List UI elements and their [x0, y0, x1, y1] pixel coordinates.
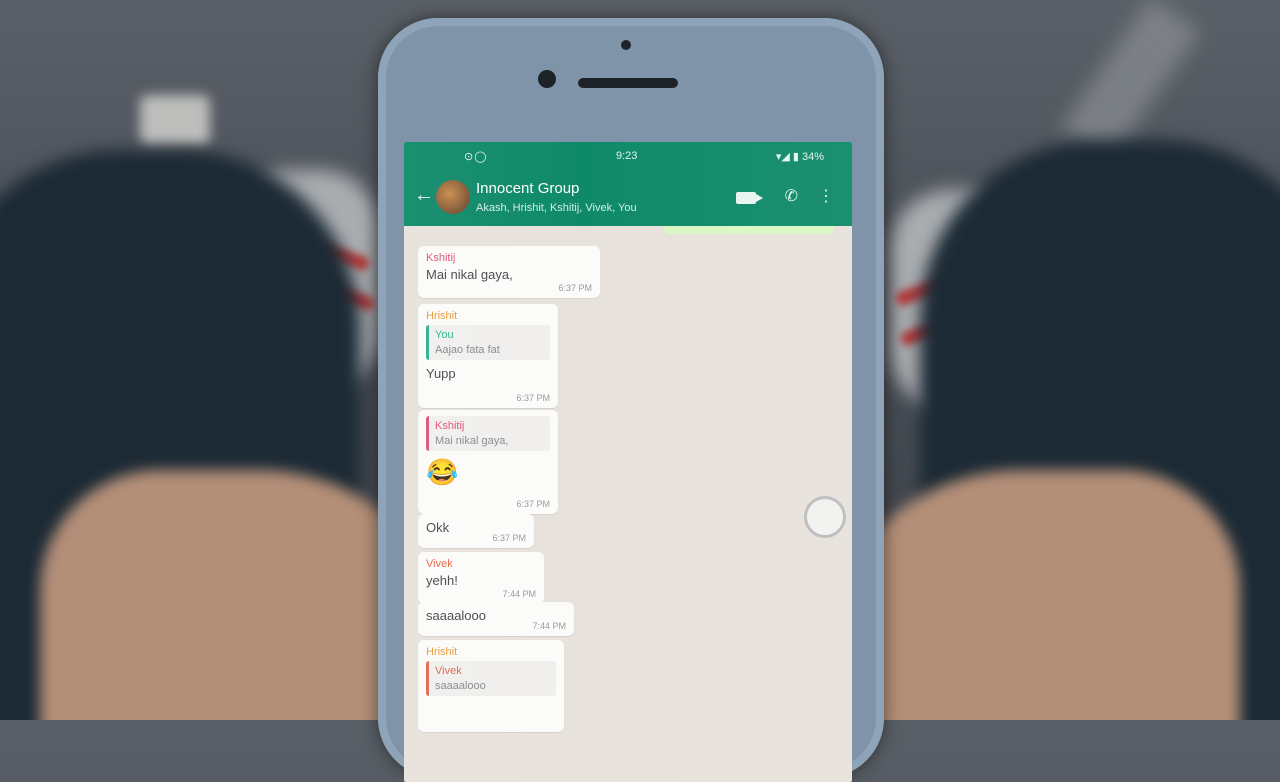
message-bubble[interactable]: Vivek yehh! 7:44 PM: [418, 552, 544, 604]
scroll-down-icon[interactable]: [804, 496, 846, 538]
message-time: 6:37 PM: [558, 283, 592, 293]
message-bubble[interactable]: saaaalooo 7:44 PM: [418, 602, 574, 636]
message-time: 6:37 PM: [516, 393, 550, 403]
message-text: saaaalooo: [426, 608, 486, 623]
message-text: Mai nikal gaya,: [426, 267, 513, 282]
ceiling-light: [140, 95, 210, 145]
message-time: 7:44 PM: [532, 621, 566, 631]
back-arrow-icon[interactable]: ←: [414, 184, 434, 207]
phone-sensor: [621, 40, 631, 50]
quoted-text: saaaalooo: [435, 680, 486, 692]
status-icons: ⊙◯: [464, 151, 488, 163]
message-sender: Hrishit: [426, 646, 458, 658]
laughing-emoji-icon: 😂: [426, 457, 459, 487]
message-bubble[interactable]: Kshitij Mai nikal gaya, 6:37 PM: [418, 246, 600, 298]
front-camera: [538, 70, 556, 88]
quoted-sender: Kshitij: [435, 420, 465, 432]
quoted-text: Aajao fata fat: [435, 344, 500, 356]
ceiling-bar: [1059, 0, 1201, 163]
message-sender: Vivek: [426, 558, 453, 570]
status-bar: ⊙◯ 9:23 ▾◢ ▮ 34%: [404, 148, 852, 166]
quoted-reply[interactable]: You Aajao fata fat: [426, 325, 550, 360]
more-menu-icon[interactable]: ⋮: [818, 186, 834, 206]
message-time: 7:44 PM: [502, 589, 536, 599]
video-call-icon[interactable]: [736, 192, 763, 204]
sent-message-peek: [664, 226, 834, 234]
quoted-sender: Vivek: [435, 665, 462, 677]
quoted-sender: You: [435, 329, 454, 341]
message-text: Okk: [426, 520, 450, 535]
message-bubble[interactable]: Kshitij Mai nikal gaya, 😂 6:37 PM: [418, 410, 558, 514]
group-members: Akash, Hrishit, Kshitij, Vivek, You: [476, 202, 637, 214]
message-sender: Kshitij: [426, 252, 456, 264]
group-avatar[interactable]: [436, 180, 470, 214]
message-text: yehh!: [426, 573, 458, 588]
message-text: Yupp: [426, 366, 456, 381]
phone-device: ⊙◯ 9:23 ▾◢ ▮ 34% ← Innocent Group Akash,…: [378, 18, 884, 782]
quoted-reply[interactable]: Vivek saaaalooo: [426, 661, 556, 696]
status-battery: ▾◢ ▮ 34%: [775, 151, 824, 163]
quoted-reply[interactable]: Kshitij Mai nikal gaya,: [426, 416, 550, 451]
quoted-text: Mai nikal gaya,: [435, 435, 509, 447]
chat-header: ⊙◯ 9:23 ▾◢ ▮ 34% ← Innocent Group Akash,…: [404, 142, 852, 226]
status-time: 9:23: [616, 150, 638, 162]
message-bubble[interactable]: Okk 6:37 PM: [418, 514, 534, 548]
message-bubble[interactable]: Hrishit You Aajao fata fat Yupp 6:37 PM: [418, 304, 558, 408]
group-title[interactable]: Innocent Group: [476, 180, 579, 197]
message-time: 6:37 PM: [492, 533, 526, 543]
message-bubble[interactable]: Hrishit Vivek saaaalooo: [418, 640, 564, 732]
battery-level: 34%: [801, 151, 824, 163]
phone-call-icon[interactable]: ✆: [785, 186, 798, 206]
phone-screen: ⊙◯ 9:23 ▾◢ ▮ 34% ← Innocent Group Akash,…: [404, 142, 852, 782]
message-sender: Hrishit: [426, 310, 458, 322]
chat-area[interactable]: Kshitij Mai nikal gaya, 6:37 PM Hrishit …: [404, 226, 852, 782]
phone-earpiece: [578, 78, 678, 88]
message-time: 6:37 PM: [516, 499, 550, 509]
